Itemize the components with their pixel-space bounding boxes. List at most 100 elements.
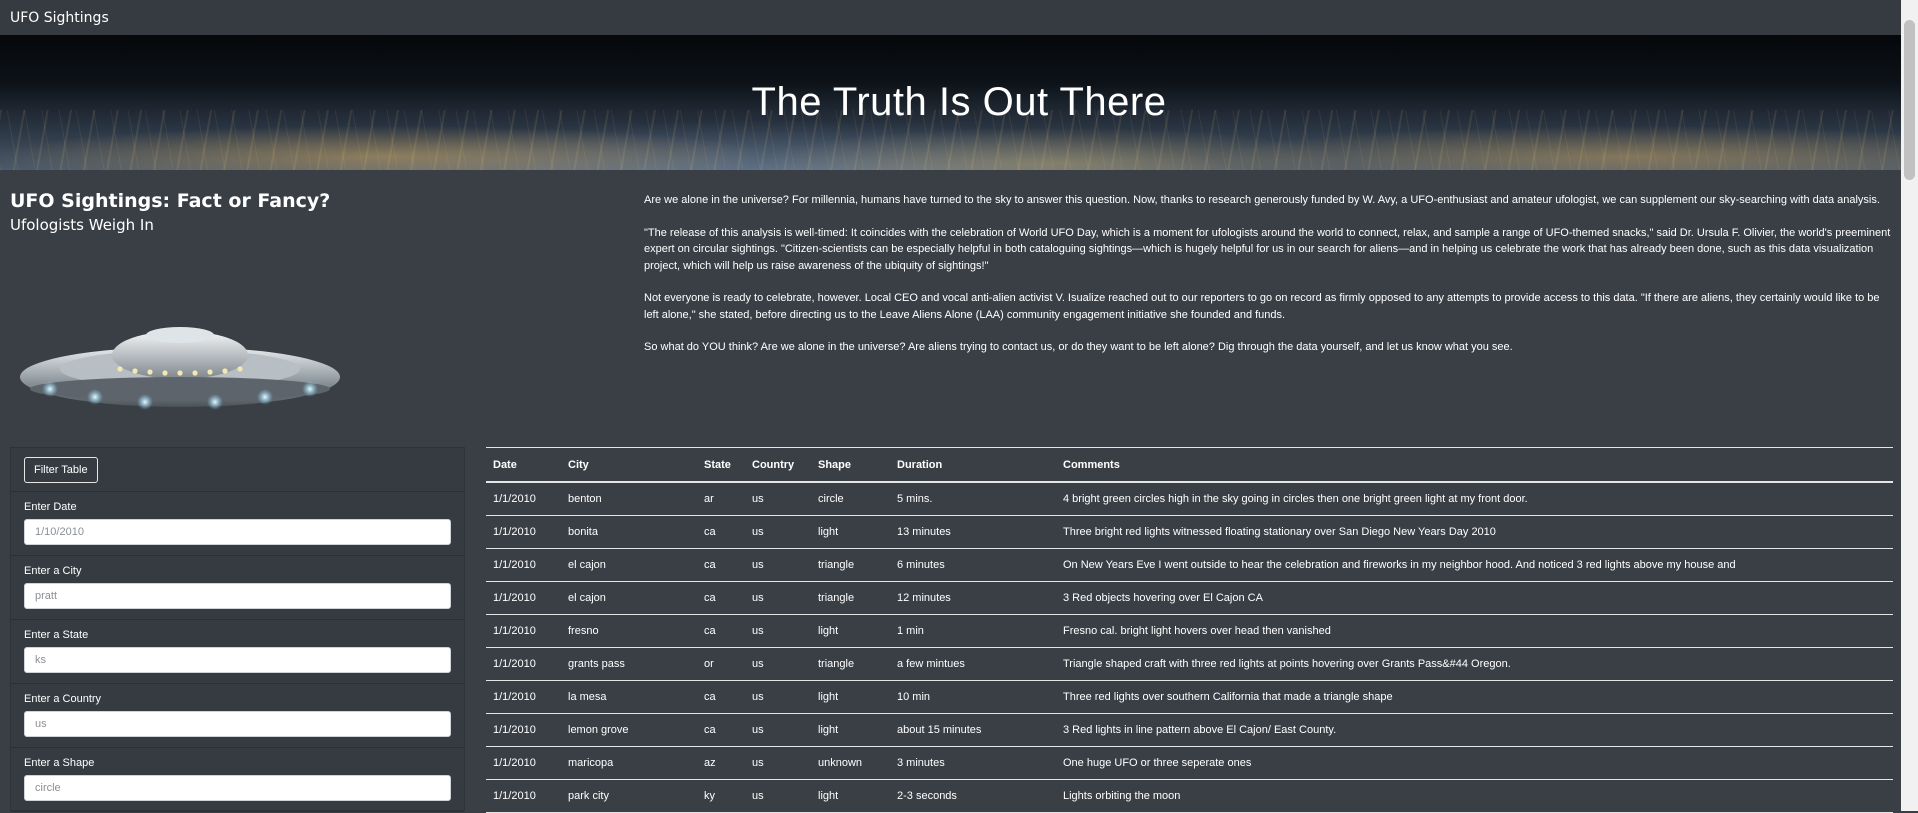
table-header-row: Date City State Country Shape Duration C…	[486, 447, 1893, 483]
cell-country: us	[745, 647, 811, 681]
cell-comments: One huge UFO or three seperate ones	[1056, 746, 1893, 780]
cell-duration: 10 min	[890, 680, 1056, 714]
cell-comments: Lights orbiting the moon	[1056, 779, 1893, 813]
cell-duration: 3 minutes	[890, 746, 1056, 780]
cell-comments: Three bright red lights witnessed floati…	[1056, 515, 1893, 549]
cell-country: us	[745, 515, 811, 549]
cell-city: el cajon	[561, 548, 697, 582]
cell-shape: light	[811, 515, 890, 549]
city-filter-label: Enter a City	[24, 565, 82, 577]
cell-city: grants pass	[561, 647, 697, 681]
cell-duration: a few mintues	[890, 647, 1056, 681]
cell-date: 1/1/2010	[486, 515, 561, 549]
date-filter-input[interactable]	[24, 519, 451, 545]
cell-shape: unknown	[811, 746, 890, 780]
table-row: 1/1/2010 el cajon ca us triangle 12 minu…	[486, 581, 1893, 615]
cell-duration: 13 minutes	[890, 515, 1056, 549]
cell-duration: 6 minutes	[890, 548, 1056, 582]
cell-date: 1/1/2010	[486, 647, 561, 681]
table-row: 1/1/2010 bonita ca us light 13 minutes T…	[486, 515, 1893, 549]
table-body: 1/1/2010 benton ar us circle 5 mins. 4 b…	[486, 482, 1893, 813]
cell-shape: triangle	[811, 647, 890, 681]
cell-city: benton	[561, 482, 697, 516]
intro-title: UFO Sightings: Fact or Fancy?	[10, 190, 331, 212]
cell-date: 1/1/2010	[486, 713, 561, 747]
cell-date: 1/1/2010	[486, 482, 561, 516]
cell-country: us	[745, 680, 811, 714]
state-filter-group: Enter a State	[11, 620, 464, 684]
state-filter-input[interactable]	[24, 647, 451, 673]
cell-comments: Fresno cal. bright light hovers over hea…	[1056, 614, 1893, 648]
intro-article: Are we alone in the universe? For millen…	[644, 192, 1894, 372]
header-comments: Comments	[1056, 447, 1893, 483]
cell-country: us	[745, 581, 811, 615]
cell-comments: Triangle shaped craft with three red lig…	[1056, 647, 1893, 681]
cell-state: ky	[697, 779, 745, 813]
cell-city: fresno	[561, 614, 697, 648]
table-row: 1/1/2010 grants pass or us triangle a fe…	[486, 647, 1893, 681]
scrollbar-thumb[interactable]	[1904, 20, 1915, 180]
header-country: Country	[745, 447, 811, 483]
cell-state: ca	[697, 548, 745, 582]
country-filter-group: Enter a Country	[11, 684, 464, 748]
cell-comments: On New Years Eve I went outside to hear …	[1056, 548, 1893, 582]
state-filter-label: Enter a State	[24, 629, 89, 641]
cell-state: ca	[697, 581, 745, 615]
cell-state: ca	[697, 515, 745, 549]
cell-city: la mesa	[561, 680, 697, 714]
cell-city: maricopa	[561, 746, 697, 780]
cell-country: us	[745, 779, 811, 813]
table-row: 1/1/2010 fresno ca us light 1 min Fresno…	[486, 614, 1893, 648]
cell-city: park city	[561, 779, 697, 813]
article-paragraph: Are we alone in the universe? For millen…	[644, 194, 1880, 206]
cell-duration: 5 mins.	[890, 482, 1056, 516]
intro-heading-block: UFO Sightings: Fact or Fancy? Ufologists…	[10, 190, 610, 234]
cell-shape: light	[811, 614, 890, 648]
cell-comments: 4 bright green circles high in the sky g…	[1056, 482, 1893, 516]
cell-country: us	[745, 746, 811, 780]
cell-country: us	[745, 548, 811, 582]
cell-state: az	[697, 746, 745, 780]
filter-panel-header: Filter Table	[11, 448, 464, 492]
header-city: City	[561, 447, 697, 483]
cell-shape: light	[811, 779, 890, 813]
cell-duration: 1 min	[890, 614, 1056, 648]
cell-date: 1/1/2010	[486, 614, 561, 648]
cell-comments: 3 Red objects hovering over El Cajon CA	[1056, 581, 1893, 615]
cell-shape: triangle	[811, 548, 890, 582]
filter-panel: Filter Table Enter Date Enter a City Ent…	[10, 447, 465, 812]
article-paragraph: "The release of this analysis is well-ti…	[644, 226, 1891, 272]
filter-table-button[interactable]: Filter Table	[24, 456, 98, 483]
cell-shape: circle	[811, 482, 890, 516]
country-filter-input[interactable]	[24, 711, 451, 737]
header-date: Date	[486, 447, 561, 483]
cell-city: el cajon	[561, 581, 697, 615]
cell-country: us	[745, 713, 811, 747]
date-filter-label: Enter Date	[24, 501, 77, 513]
header-shape: Shape	[811, 447, 890, 483]
navbar-brand-link[interactable]: UFO Sightings	[10, 10, 109, 26]
table-row: 1/1/2010 lemon grove ca us light about 1…	[486, 713, 1893, 747]
hero-title: The Truth Is Out There	[751, 80, 1167, 124]
cell-city: bonita	[561, 515, 697, 549]
intro-subtitle: Ufologists Weigh In	[10, 216, 154, 234]
table-row: 1/1/2010 benton ar us circle 5 mins. 4 b…	[486, 482, 1893, 516]
cell-state: ca	[697, 713, 745, 747]
shape-filter-input[interactable]	[24, 775, 451, 801]
cell-date: 1/1/2010	[486, 548, 561, 582]
cell-duration: about 15 minutes	[890, 713, 1056, 747]
ufo-saucer-image	[20, 327, 340, 410]
page-scrollbar[interactable]	[1901, 0, 1918, 811]
cell-country: us	[745, 614, 811, 648]
ufo-sightings-table: Date City State Country Shape Duration C…	[486, 447, 1893, 813]
city-filter-group: Enter a City	[11, 556, 464, 620]
article-paragraph: So what do YOU think? Are we alone in th…	[644, 341, 1513, 353]
navbar: UFO Sightings	[0, 0, 1918, 35]
header-duration: Duration	[890, 447, 1056, 483]
city-filter-input[interactable]	[24, 583, 451, 609]
cell-duration: 2-3 seconds	[890, 779, 1056, 813]
cell-shape: light	[811, 713, 890, 747]
cell-state: ca	[697, 614, 745, 648]
cell-date: 1/1/2010	[486, 746, 561, 780]
cell-state: or	[697, 647, 745, 681]
